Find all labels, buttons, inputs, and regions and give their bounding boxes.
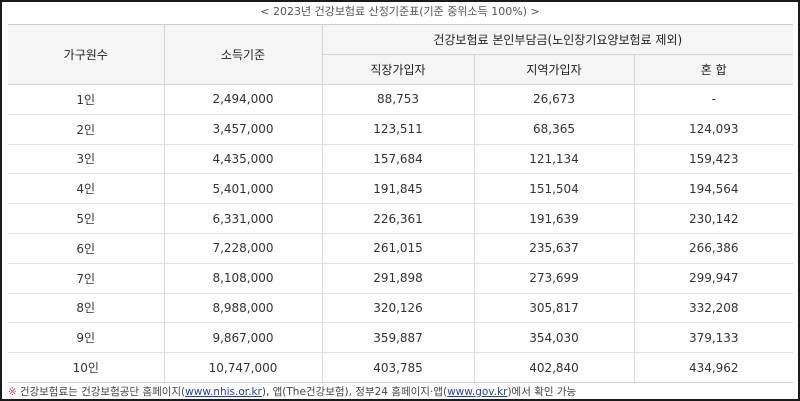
cell-mixed: 379,133 [634, 322, 794, 354]
cell-employee: 191,845 [322, 173, 475, 205]
footnote: ※ 건강보험료는 건강보험공단 홈페이지(www.nhis.or.kr), 앱(T… [8, 385, 576, 399]
header-employee: 직장가입자 [322, 54, 475, 85]
cell-income: 9,867,000 [164, 322, 323, 354]
cell-household: 1인 [8, 84, 165, 115]
table-row: 6인 7,228,000 261,015 235,637 266,386 [8, 233, 794, 264]
cell-employee: 291,898 [322, 263, 475, 294]
table-row: 5인 6,331,000 226,361 191,639 230,142 [8, 203, 794, 234]
note-text: 건강보험료는 건강보험공단 홈페이지( [19, 386, 186, 398]
cell-regional: 402,840 [474, 352, 635, 383]
table-row: 1인 2,494,000 88,753 26,673 - [8, 84, 794, 115]
header-regional: 지역가입자 [474, 54, 635, 85]
gov-link[interactable]: www.gov.kr [447, 386, 507, 398]
cell-income: 10,747,000 [164, 352, 323, 383]
cell-household: 4인 [8, 173, 165, 205]
cell-employee: 88,753 [322, 84, 475, 115]
header-mixed: 혼 합 [634, 54, 794, 85]
cell-regional: 26,673 [474, 84, 635, 115]
cell-mixed: 194,564 [634, 173, 794, 205]
cell-household: 3인 [8, 144, 165, 175]
table-row: 9인 9,867,000 359,887 354,030 379,133 [8, 322, 794, 354]
table-row: 4인 5,401,000 191,845 151,504 194,564 [8, 173, 794, 205]
header-group: 건강보험료 본인부담금(노인장기요양보험료 제외) [322, 24, 794, 55]
cell-mixed: 159,423 [634, 144, 794, 175]
cell-employee: 359,887 [322, 322, 475, 354]
insurance-fee-table: 가구원수 소득기준 건강보험료 본인부담금(노인장기요양보험료 제외) 직장가입… [8, 24, 794, 383]
cell-income: 8,988,000 [164, 293, 323, 324]
cell-income: 5,401,000 [164, 173, 323, 205]
header-household: 가구원수 [8, 24, 165, 85]
cell-regional: 191,639 [474, 203, 635, 234]
cell-household: 2인 [8, 114, 165, 145]
table-row: 10인 10,747,000 403,785 402,840 434,962 [8, 352, 794, 383]
cell-regional: 273,699 [474, 263, 635, 294]
cell-household: 9인 [8, 322, 165, 354]
cell-mixed: 124,093 [634, 114, 794, 145]
cell-household: 5인 [8, 203, 165, 234]
cell-regional: 68,365 [474, 114, 635, 145]
table-row: 7인 8,108,000 291,898 273,699 299,947 [8, 263, 794, 294]
table-frame: < 2023년 건강보험료 산정기준표(기준 중위소득 100%) > 가구원수… [0, 0, 800, 401]
cell-mixed: 266,386 [634, 233, 794, 264]
note-mark-icon: ※ [8, 386, 17, 398]
header-income: 소득기준 [164, 24, 323, 85]
cell-employee: 123,511 [322, 114, 475, 145]
table-row: 3인 4,435,000 157,684 121,134 159,423 [8, 144, 794, 175]
cell-income: 3,457,000 [164, 114, 323, 145]
cell-income: 4,435,000 [164, 144, 323, 175]
cell-mixed: 230,142 [634, 203, 794, 234]
cell-regional: 354,030 [474, 322, 635, 354]
cell-employee: 320,126 [322, 293, 475, 324]
cell-mixed: 299,947 [634, 263, 794, 294]
cell-household: 10인 [8, 352, 165, 383]
cell-regional: 121,134 [474, 144, 635, 175]
cell-household: 7인 [8, 263, 165, 294]
cell-mixed: 434,962 [634, 352, 794, 383]
cell-regional: 305,817 [474, 293, 635, 324]
cell-regional: 151,504 [474, 173, 635, 205]
cell-household: 8인 [8, 293, 165, 324]
nhis-link[interactable]: www.nhis.or.kr [185, 386, 262, 398]
cell-income: 2,494,000 [164, 84, 323, 115]
cell-regional: 235,637 [474, 233, 635, 264]
table-row: 2인 3,457,000 123,511 68,365 124,093 [8, 114, 794, 145]
note-text: )에서 확인 가능 [507, 386, 577, 398]
table-caption: < 2023년 건강보험료 산정기준표(기준 중위소득 100%) > [260, 5, 540, 18]
cell-employee: 157,684 [322, 144, 475, 175]
cell-mixed: 332,208 [634, 293, 794, 324]
cell-employee: 403,785 [322, 352, 475, 383]
note-text: ), 앱(The건강보험), 정부24 홈페이지·앱( [261, 386, 448, 398]
cell-mixed: - [634, 84, 794, 115]
cell-income: 6,331,000 [164, 203, 323, 234]
cell-income: 8,108,000 [164, 263, 323, 294]
cell-employee: 261,015 [322, 233, 475, 264]
cell-income: 7,228,000 [164, 233, 323, 264]
table-row: 8인 8,988,000 320,126 305,817 332,208 [8, 293, 794, 324]
cell-employee: 226,361 [322, 203, 475, 234]
cell-household: 6인 [8, 233, 165, 264]
